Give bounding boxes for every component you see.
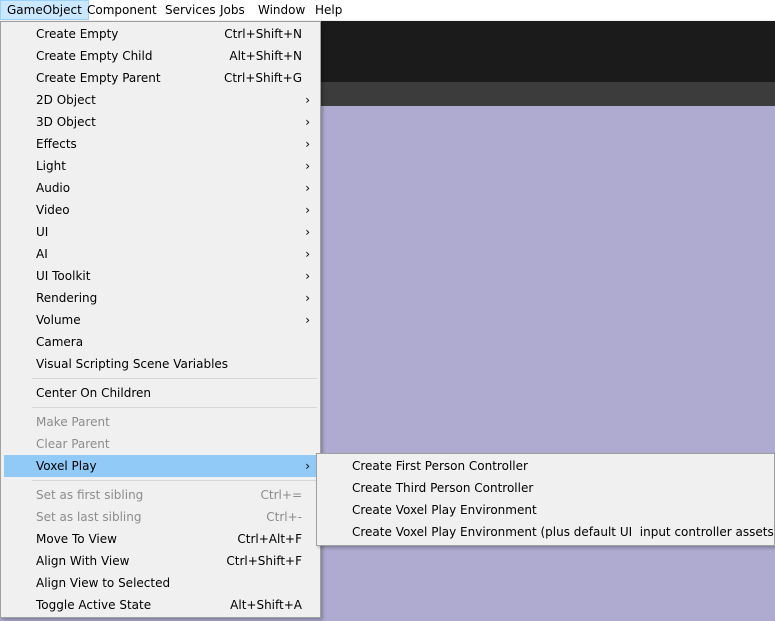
menu-item-label: Set as first sibling	[36, 488, 144, 502]
menu-item-label: Align View to Selected	[36, 576, 171, 590]
menu-item-align-view-to-selected[interactable]: Align View to Selected	[4, 572, 318, 594]
menu-item-label: Volume	[36, 313, 81, 327]
menu-item-create-empty[interactable]: Create Empty Ctrl+Shift+N	[4, 23, 318, 45]
chevron-right-icon: ›	[305, 313, 310, 327]
menu-item-volume[interactable]: Volume ›	[4, 309, 318, 331]
menu-item-label: Make Parent	[36, 415, 110, 429]
menu-item-label: Create Empty Parent	[36, 71, 161, 85]
menu-item-video[interactable]: Video ›	[4, 199, 318, 221]
menubar-services[interactable]: Services	[159, 0, 222, 20]
menu-item-label: Clear Parent	[36, 437, 110, 451]
menu-item-label: AI	[36, 247, 48, 261]
chevron-right-icon: ›	[305, 137, 310, 151]
menu-item-shortcut: Ctrl+=	[260, 488, 302, 502]
menu-item-ai[interactable]: AI ›	[4, 243, 318, 265]
menu-item-label: Camera	[36, 335, 84, 349]
menu-item-create-empty-parent[interactable]: Create Empty Parent Ctrl+Shift+G	[4, 67, 318, 89]
chevron-right-icon: ›	[305, 225, 310, 239]
menu-item-center-on-children[interactable]: Center On Children	[4, 382, 318, 404]
menu-item-shortcut: Ctrl+-	[266, 510, 302, 524]
submenu-item-label: Create Voxel Play Environment	[352, 503, 537, 517]
menu-item-shortcut: Ctrl+Alt+F	[237, 532, 302, 546]
chevron-right-icon: ›	[305, 269, 310, 283]
submenu-item-create-third-person-controller[interactable]: Create Third Person Controller	[320, 477, 772, 499]
menu-item-rendering[interactable]: Rendering ›	[4, 287, 318, 309]
menu-item-label: Set as last sibling	[36, 510, 142, 524]
menu-item-shortcut: Alt+Shift+N	[229, 49, 302, 63]
menu-item-label: Audio	[36, 181, 71, 195]
menu-item-ui-toolkit[interactable]: UI Toolkit ›	[4, 265, 318, 287]
menu-separator	[32, 378, 317, 379]
menu-item-label: Align With View	[36, 554, 130, 568]
submenu-item-create-voxel-play-environment[interactable]: Create Voxel Play Environment	[320, 499, 772, 521]
menu-item-shortcut: Ctrl+Shift+F	[226, 554, 302, 568]
menu-item-label: Create Empty	[36, 27, 119, 41]
menu-item-effects[interactable]: Effects ›	[4, 133, 318, 155]
submenu-item-label: Create Third Person Controller	[352, 481, 534, 495]
menu-item-2d-object[interactable]: 2D Object ›	[4, 89, 318, 111]
chevron-right-icon: ›	[305, 247, 310, 261]
chevron-right-icon: ›	[305, 203, 310, 217]
menubar-window[interactable]: Window	[252, 0, 311, 20]
menu-item-label: Create Empty Child	[36, 49, 153, 63]
menu-item-label: Toggle Active State	[36, 598, 152, 612]
menubar-jobs[interactable]: Jobs	[214, 0, 251, 20]
chevron-right-icon: ›	[305, 459, 310, 473]
menu-item-label: 2D Object	[36, 93, 96, 107]
menu-item-light[interactable]: Light ›	[4, 155, 318, 177]
menubar-gameobject[interactable]: GameObject	[0, 0, 89, 20]
menu-item-label: Rendering	[36, 291, 98, 305]
menubar-help[interactable]: Help	[309, 0, 348, 20]
menu-item-label: Move To View	[36, 532, 117, 546]
menubar-component[interactable]: Component	[81, 0, 163, 20]
menu-item-visual-scripting-scene-variables[interactable]: Visual Scripting Scene Variables	[4, 353, 318, 375]
menu-item-create-empty-child[interactable]: Create Empty Child Alt+Shift+N	[4, 45, 318, 67]
menu-item-label: Center On Children	[36, 386, 151, 400]
voxel-play-submenu: Create First Person Controller Create Th…	[316, 453, 775, 546]
menu-item-label: Light	[36, 159, 66, 173]
menu-item-label: UI Toolkit	[36, 269, 91, 283]
menu-bar: GameObject Component Services Jobs Windo…	[0, 0, 775, 21]
menu-item-set-as-last-sibling: Set as last sibling Ctrl+-	[4, 506, 318, 528]
menu-item-label: UI	[36, 225, 49, 239]
menu-item-label: Voxel Play	[36, 459, 97, 473]
gameobject-menu: Create Empty Ctrl+Shift+N Create Empty C…	[0, 21, 321, 618]
menu-item-label: Visual Scripting Scene Variables	[36, 357, 229, 371]
menu-item-ui[interactable]: UI ›	[4, 221, 318, 243]
menu-item-audio[interactable]: Audio ›	[4, 177, 318, 199]
menu-item-move-to-view[interactable]: Move To View Ctrl+Alt+F	[4, 528, 318, 550]
menu-item-clear-parent: Clear Parent	[4, 433, 318, 455]
menu-item-toggle-active-state[interactable]: Toggle Active State Alt+Shift+A	[4, 594, 318, 616]
menu-item-align-with-view[interactable]: Align With View Ctrl+Shift+F	[4, 550, 318, 572]
menu-item-set-as-first-sibling: Set as first sibling Ctrl+=	[4, 484, 318, 506]
menu-item-label: Video	[36, 203, 70, 217]
menu-item-label: Effects	[36, 137, 77, 151]
menu-separator	[32, 407, 317, 408]
chevron-right-icon: ›	[305, 291, 310, 305]
menu-item-make-parent: Make Parent	[4, 411, 318, 433]
submenu-item-create-voxel-play-environment-plus-ui[interactable]: Create Voxel Play Environment (plus defa…	[320, 521, 775, 543]
chevron-right-icon: ›	[305, 159, 310, 173]
menu-item-label: 3D Object	[36, 115, 96, 129]
submenu-item-create-first-person-controller[interactable]: Create First Person Controller	[320, 455, 772, 477]
menu-item-shortcut: Ctrl+Shift+G	[223, 71, 302, 85]
menu-item-shortcut: Ctrl+Shift+N	[224, 27, 302, 41]
submenu-item-label: Create Voxel Play Environment (plus defa…	[352, 525, 775, 539]
chevron-right-icon: ›	[305, 181, 310, 195]
chevron-right-icon: ›	[305, 115, 310, 129]
menu-item-shortcut: Alt+Shift+A	[230, 598, 302, 612]
menu-item-3d-object[interactable]: 3D Object ›	[4, 111, 318, 133]
submenu-item-label: Create First Person Controller	[352, 459, 528, 473]
menu-item-voxel-play[interactable]: Voxel Play ›	[4, 455, 318, 477]
chevron-right-icon: ›	[305, 93, 310, 107]
menu-separator	[32, 480, 317, 481]
menu-item-camera[interactable]: Camera	[4, 331, 318, 353]
